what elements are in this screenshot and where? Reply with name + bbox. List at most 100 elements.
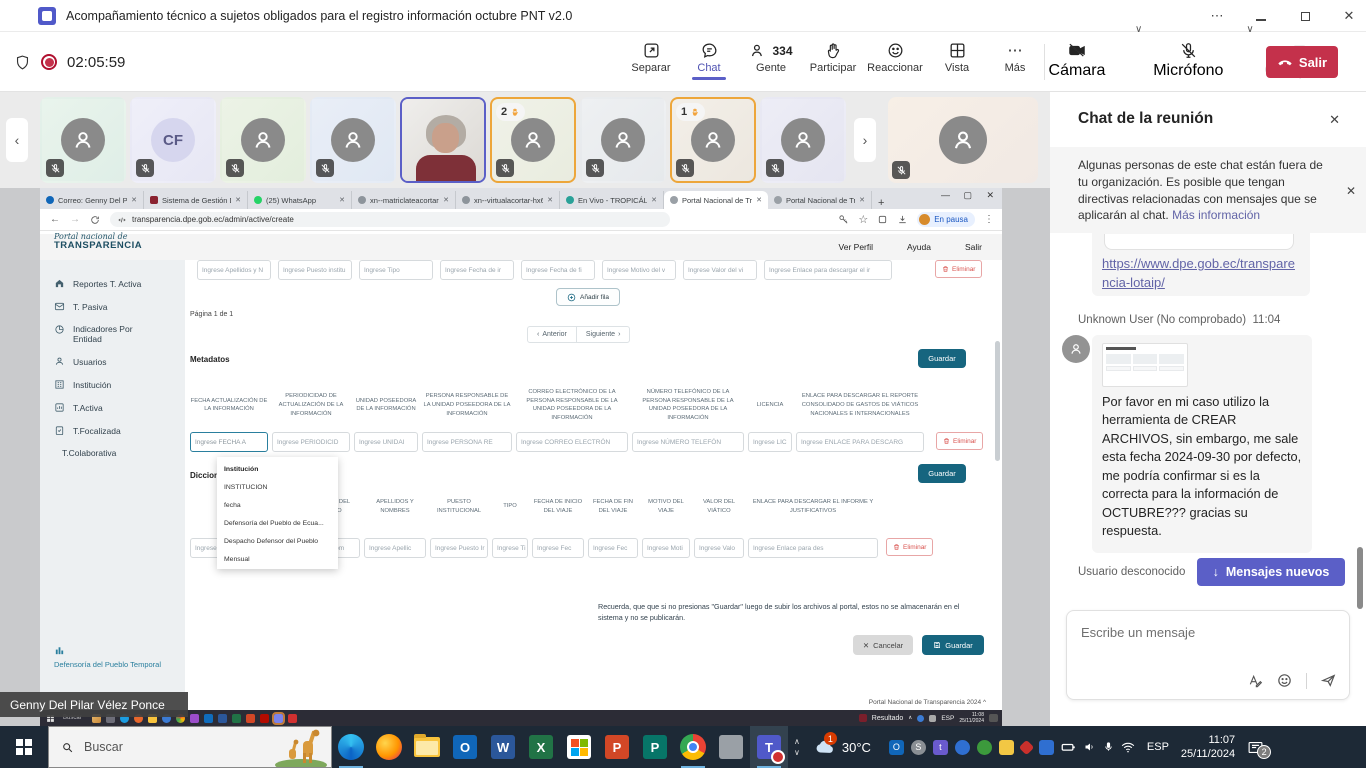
tab-gestion[interactable]: Sistema de Gestión Docu✕ [144, 191, 248, 209]
tab-virtual[interactable]: xn--virtualacortar-hx6j.lin✕ [456, 191, 560, 209]
taskbar-chevrons[interactable]: ∧ ∨ [794, 737, 800, 757]
cancelar-button[interactable]: ✕ Cancelar [853, 635, 913, 655]
mas-button[interactable]: ⋯ Más [986, 32, 1044, 74]
shared-acrobat-icon[interactable] [259, 713, 269, 723]
puesto-institucional-input[interactable]: Ingrese Puesto Ir [430, 538, 488, 558]
tray-security-warning-icon[interactable] [998, 739, 1014, 755]
sidebar-item-indicadores[interactable]: Indicadores Por Entidad [40, 318, 185, 350]
footer-caret-icon[interactable]: ^ [983, 699, 986, 706]
close-button[interactable]: ✕ [1340, 8, 1358, 24]
message-input[interactable]: Escribe un mensaje [1081, 625, 1195, 640]
licencia-input[interactable]: Ingrese LIC [748, 432, 792, 452]
sidebar-item-activa[interactable]: T.Activa [40, 396, 185, 419]
participant-tile-wide[interactable] [888, 97, 1038, 183]
participant-tile-hand-raised[interactable]: 2 [490, 97, 576, 183]
participant-tile[interactable] [310, 97, 396, 183]
tab-close-icon[interactable]: ✕ [443, 196, 449, 204]
participant-tile[interactable] [580, 97, 666, 183]
motivo-input[interactable]: Ingrese Motivo del v [602, 260, 676, 280]
tray-diamond-icon[interactable] [1018, 739, 1035, 755]
forward-icon[interactable]: → [70, 214, 80, 225]
photos-icon[interactable] [712, 726, 750, 768]
valor-input[interactable]: Ingrese Valor del vi [683, 260, 757, 280]
titlebar-more-icon[interactable]: ⋯ [1208, 8, 1226, 24]
dropdown-option[interactable]: Institución [217, 460, 338, 478]
taskbar-search[interactable]: Buscar [48, 726, 332, 768]
maximize-button[interactable] [1296, 9, 1314, 24]
shared-word-icon[interactable] [217, 713, 227, 723]
tab-close-icon[interactable]: ✕ [131, 196, 137, 204]
sidebar-item-colaborativa[interactable]: T.Colaborativa [40, 442, 185, 464]
message-image-attachment[interactable] [1102, 343, 1188, 387]
tab-close-icon[interactable]: ✕ [235, 196, 241, 204]
dropdown-option[interactable]: Despacho Defensor del Pueblo [217, 532, 338, 550]
tab-close-icon[interactable]: ✕ [756, 196, 762, 204]
diccionario-guardar-button[interactable]: Guardar [918, 464, 966, 483]
dropdown-option[interactable]: Mensual [217, 550, 338, 568]
weather-widget[interactable]: 1 30°C [814, 732, 871, 755]
browser-maximize-button[interactable]: ▢ [963, 190, 972, 201]
bookmark-star-icon[interactable]: ☆ [858, 213, 868, 226]
tab-close-icon[interactable]: ✕ [339, 196, 345, 204]
minimize-button[interactable] [1252, 9, 1270, 24]
wifi-icon[interactable] [1121, 742, 1135, 753]
download-icon[interactable] [897, 214, 908, 225]
shared-store-icon[interactable] [189, 713, 199, 723]
apellidos-input[interactable]: Ingrese Apellidos y N [197, 260, 271, 280]
participant-tile[interactable] [220, 97, 306, 183]
ayuda-link[interactable]: Ayuda [907, 242, 931, 252]
tab-correo[interactable]: Correo: Genny Del Pilar V✕ [40, 191, 144, 209]
chat-scrollbar[interactable] [1357, 547, 1363, 609]
telefono-input[interactable]: Ingrese NÚMERO TELEFÓN [632, 432, 744, 452]
start-button[interactable] [0, 726, 48, 768]
profile-chip[interactable]: En pausa [917, 212, 975, 227]
separar-button[interactable]: Separar [622, 32, 680, 74]
tray-outlook-icon[interactable]: O [888, 739, 904, 755]
metadatos-guardar-button[interactable]: Guardar [918, 349, 966, 368]
notification-center-icon[interactable]: 2 [1247, 740, 1272, 759]
camera-chevron-icon[interactable]: ∨ [1135, 24, 1142, 35]
sidebar-item-usuarios[interactable]: Usuarios [40, 350, 185, 373]
fecha-inicio-input[interactable]: Ingrese Fecha de ir [440, 260, 514, 280]
participar-button[interactable]: Participar [804, 32, 862, 74]
anterior-button[interactable]: ‹ Anterior [528, 327, 576, 342]
tray-grid-icon[interactable] [1038, 739, 1054, 755]
tray-antivirus-icon[interactable] [976, 739, 992, 755]
publisher-icon[interactable]: P [636, 726, 674, 768]
apellidos-nombres-input[interactable]: Ingrese Apellic [364, 538, 426, 558]
excel-icon[interactable]: X [522, 726, 560, 768]
send-icon[interactable] [1320, 672, 1337, 689]
fecha-fin-input[interactable]: Ingrese Fecha de fi [521, 260, 595, 280]
store-icon[interactable] [560, 726, 598, 768]
eliminar-row-button[interactable]: Eliminar [935, 260, 983, 278]
shared-lang-label[interactable]: ESP [941, 715, 954, 722]
chat-link[interactable]: https://www.dpe.gob.ec/transparencia-lot… [1102, 255, 1300, 293]
participant-tile-speaking-video[interactable] [400, 97, 486, 183]
emoji-icon[interactable] [1276, 672, 1293, 689]
participant-tile-hand-raised[interactable]: 1 [670, 97, 756, 183]
participant-tile[interactable]: CF [130, 97, 216, 183]
sidebar-item-institucion[interactable]: Institución [40, 373, 185, 396]
password-key-icon[interactable] [838, 214, 849, 225]
participant-tile[interactable] [40, 97, 126, 183]
correo-input[interactable]: Ingrese CORREO ELECTRÓN [516, 432, 628, 452]
chat-button[interactable]: Chat [680, 32, 738, 80]
tab-whatsapp[interactable]: (25) WhatsApp ✕ [248, 191, 352, 209]
unidad-input[interactable]: Ingrese UNIDAI [354, 432, 418, 452]
tab-close-icon[interactable]: ✕ [547, 196, 553, 204]
ver-perfil-link[interactable]: Ver Perfil [839, 242, 874, 252]
powerpoint-icon[interactable]: P [598, 726, 636, 768]
tray-teams-icon[interactable]: t [932, 739, 948, 755]
dropdown-option[interactable]: INSTITUCION [217, 478, 338, 496]
reaccionar-button[interactable]: Reaccionar [862, 32, 928, 74]
browser-minimize-button[interactable]: — [941, 190, 950, 200]
participant-tile[interactable] [760, 97, 846, 183]
back-icon[interactable]: ← [50, 214, 60, 225]
eliminar-diccionario-button[interactable]: Eliminar [886, 538, 934, 556]
camara-button[interactable]: Cámara [1045, 32, 1109, 80]
tipo-input[interactable]: Ingrese Tipo [359, 260, 433, 280]
mensajes-nuevos-button[interactable]: ↓ Mensajes nuevos [1197, 558, 1345, 586]
shared-teams-icon[interactable] [271, 711, 285, 725]
mas-informacion-link[interactable]: Más información [1172, 208, 1260, 222]
browser-close-button[interactable]: ✕ [986, 190, 994, 201]
